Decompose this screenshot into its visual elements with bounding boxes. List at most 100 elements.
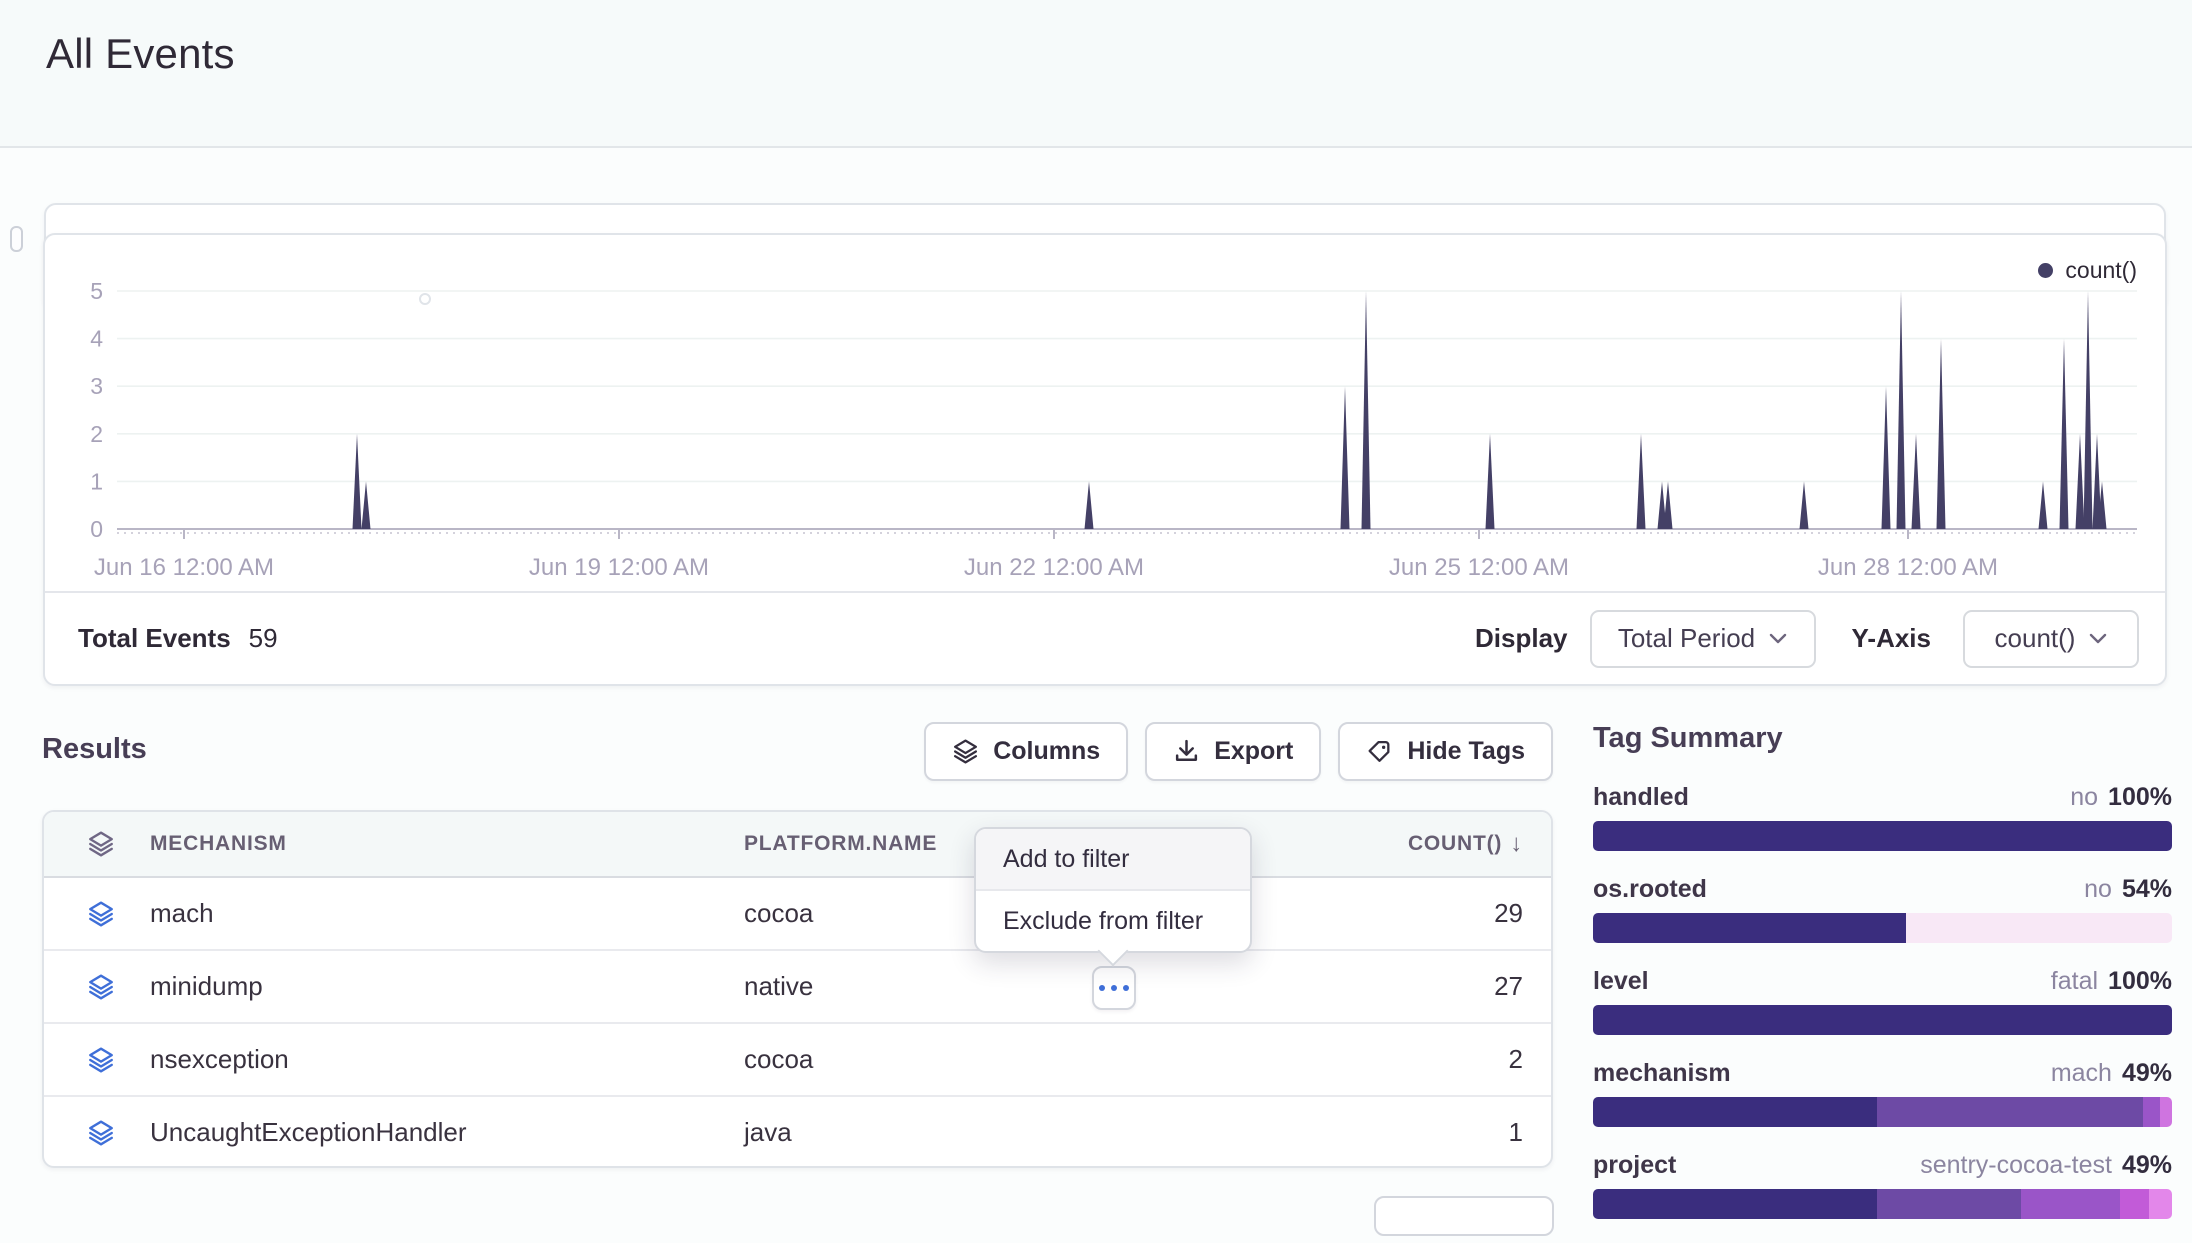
tag-summary-entry: projectsentry-cocoa-test49% xyxy=(1593,1151,2172,1219)
chart-controls: Display Total Period Y-Axis count() xyxy=(1475,610,2139,668)
tag-bar-segment[interactable] xyxy=(2160,1097,2172,1127)
dot-icon xyxy=(1099,985,1105,991)
tag-distribution-bar[interactable] xyxy=(1593,913,2172,943)
column-header-mechanism[interactable]: MECHANISM xyxy=(150,812,287,876)
tag-name[interactable]: os.rooted xyxy=(1593,875,1707,904)
chart-spike[interactable] xyxy=(1897,291,1906,529)
svg-text:Jun 25 12:00 AM: Jun 25 12:00 AM xyxy=(1389,554,1569,581)
legend-label: count() xyxy=(2065,257,2137,284)
column-header-count[interactable]: COUNT() ↓ xyxy=(1408,812,1523,876)
stack-events-icon[interactable] xyxy=(87,1024,115,1095)
tag-summary-title: Tag Summary xyxy=(1593,722,2172,755)
chart-spike[interactable] xyxy=(1800,481,1809,529)
svg-text:5: 5 xyxy=(90,278,103,304)
tag-percentage: 100% xyxy=(2108,783,2172,812)
cell-count: 1 xyxy=(1509,1097,1523,1168)
table-row[interactable]: nsexception cocoa 2 xyxy=(44,1024,1551,1097)
chart-spike[interactable] xyxy=(2039,481,2048,529)
tag-label-row: os.rootedno54% xyxy=(1593,875,2172,904)
cell-platform[interactable]: native xyxy=(744,951,813,1022)
hide-tags-button[interactable]: Hide Tags xyxy=(1338,722,1553,781)
layers-icon xyxy=(952,738,979,765)
tag-icon xyxy=(1366,738,1393,765)
svg-text:Jun 28 12:00 AM: Jun 28 12:00 AM xyxy=(1818,554,1998,581)
table-row[interactable]: mach cocoa 29 xyxy=(44,878,1551,951)
tag-top-value: no xyxy=(2084,875,2112,904)
yaxis-dropdown[interactable]: count() xyxy=(1963,610,2139,668)
chart-spike[interactable] xyxy=(1362,291,1371,529)
svg-text:Jun 19 12:00 AM: Jun 19 12:00 AM xyxy=(529,554,709,581)
cell-actions-button[interactable] xyxy=(1092,966,1136,1010)
tag-bar-segment[interactable] xyxy=(1593,1097,1877,1127)
dot-icon xyxy=(1123,985,1129,991)
stack-events-icon[interactable] xyxy=(87,878,115,949)
cell-mechanism[interactable]: minidump xyxy=(150,951,263,1022)
tag-label-row: mechanismmach49% xyxy=(1593,1059,2172,1088)
chart-spike[interactable] xyxy=(2084,291,2093,529)
chart-spike[interactable] xyxy=(1664,481,1673,529)
tag-bar-segment[interactable] xyxy=(1593,1189,1877,1219)
chart-spike[interactable] xyxy=(1341,386,1350,529)
count-header-label: COUNT() xyxy=(1408,832,1502,856)
tag-label-row: projectsentry-cocoa-test49% xyxy=(1593,1151,2172,1180)
chart-spike[interactable] xyxy=(1882,386,1891,529)
tag-bar-segment[interactable] xyxy=(1593,821,2172,851)
chart-spike[interactable] xyxy=(1085,481,1094,529)
table-row[interactable]: minidump native 27 xyxy=(44,951,1551,1024)
legend-dot-icon xyxy=(2038,263,2053,278)
display-label: Display xyxy=(1475,623,1568,654)
cell-mechanism[interactable]: nsexception xyxy=(150,1024,289,1095)
cell-platform[interactable]: cocoa xyxy=(744,878,813,949)
tag-distribution-bar[interactable] xyxy=(1593,821,2172,851)
tag-name[interactable]: level xyxy=(1593,967,1649,996)
tag-distribution-bar[interactable] xyxy=(1593,1005,2172,1035)
menu-item-add-to-filter[interactable]: Add to filter xyxy=(976,829,1250,889)
chart-spike[interactable] xyxy=(362,481,371,529)
svg-text:Jun 22 12:00 AM: Jun 22 12:00 AM xyxy=(964,554,1144,581)
tag-percentage: 100% xyxy=(2108,967,2172,996)
tag-distribution-bar[interactable] xyxy=(1593,1097,2172,1127)
tag-percentage: 49% xyxy=(2122,1059,2172,1088)
pagination-button[interactable] xyxy=(1374,1196,1554,1236)
cell-mechanism[interactable]: UncaughtExceptionHandler xyxy=(150,1097,467,1168)
tag-name[interactable]: project xyxy=(1593,1151,1676,1180)
scroll-pill[interactable] xyxy=(10,226,23,252)
events-chart[interactable]: 012345Jun 16 12:00 AMJun 19 12:00 AMJun … xyxy=(45,235,2169,591)
svg-text:3: 3 xyxy=(90,373,103,399)
svg-text:4: 4 xyxy=(90,326,103,352)
stack-icon[interactable] xyxy=(87,812,115,876)
export-button[interactable]: Export xyxy=(1145,722,1321,781)
tag-summary-panel: Tag Summary handledno100%os.rootedno54%l… xyxy=(1593,722,2172,1243)
tag-bar-segment[interactable] xyxy=(2021,1189,2119,1219)
tag-bar-segment[interactable] xyxy=(1877,1189,2022,1219)
cell-mechanism[interactable]: mach xyxy=(150,878,214,949)
stack-events-icon[interactable] xyxy=(87,951,115,1022)
cell-platform[interactable]: java xyxy=(744,1097,792,1168)
tag-bar-segment[interactable] xyxy=(1593,913,1906,943)
columns-button-label: Columns xyxy=(993,737,1100,766)
export-button-label: Export xyxy=(1214,737,1293,766)
svg-text:2: 2 xyxy=(90,421,103,447)
tag-bar-segment[interactable] xyxy=(1906,913,2172,943)
columns-button[interactable]: Columns xyxy=(924,722,1128,781)
cell-action-menu: Add to filter Exclude from filter xyxy=(974,827,1252,953)
column-header-platform[interactable]: PLATFORM.NAME xyxy=(744,812,937,876)
page-header: All Events xyxy=(0,0,2192,148)
tag-distribution-bar[interactable] xyxy=(1593,1189,2172,1219)
chevron-down-icon xyxy=(2089,633,2107,645)
tag-bar-segment[interactable] xyxy=(2143,1097,2160,1127)
tag-bar-segment[interactable] xyxy=(1877,1097,2143,1127)
stack-events-icon[interactable] xyxy=(87,1097,115,1168)
cell-platform[interactable]: cocoa xyxy=(744,1024,813,1095)
tag-percentage: 49% xyxy=(2122,1151,2172,1180)
tag-bar-segment[interactable] xyxy=(2120,1189,2149,1219)
tag-name[interactable]: mechanism xyxy=(1593,1059,1731,1088)
display-dropdown[interactable]: Total Period xyxy=(1590,610,1816,668)
tag-bar-segment[interactable] xyxy=(1593,1005,2172,1035)
tag-name[interactable]: handled xyxy=(1593,783,1689,812)
tag-bar-segment[interactable] xyxy=(2149,1189,2172,1219)
tag-top-value: fatal xyxy=(2051,967,2098,996)
tag-label-row: level fatal 100% xyxy=(1593,967,2172,996)
table-row[interactable]: UncaughtExceptionHandler java 1 xyxy=(44,1097,1551,1168)
tag-label-row: handledno100% xyxy=(1593,783,2172,812)
